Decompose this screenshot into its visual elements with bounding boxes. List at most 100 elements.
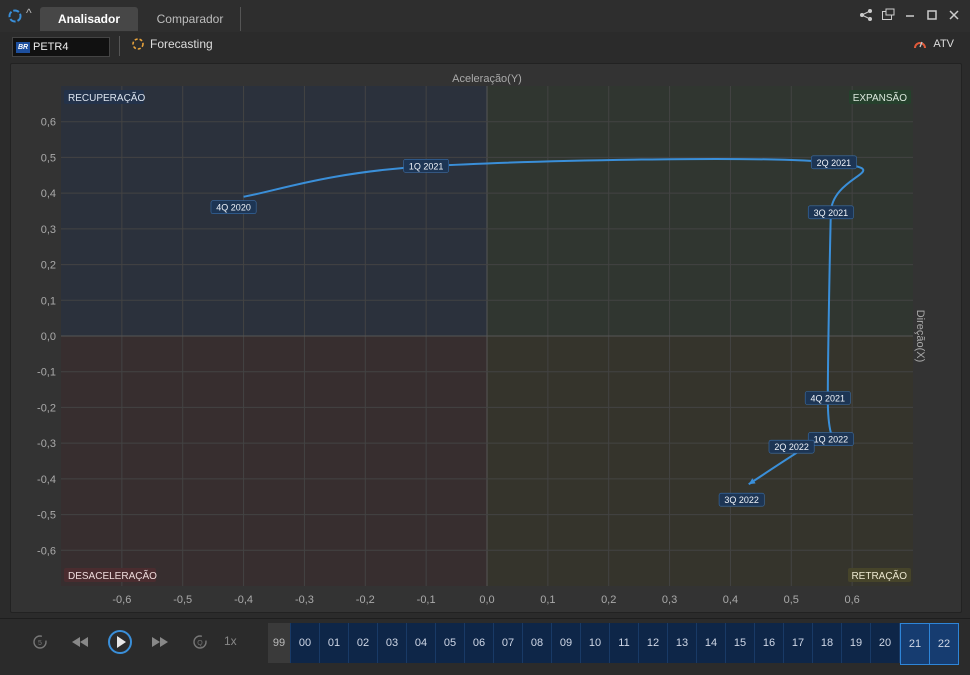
y-tick-label: -0,6 bbox=[37, 545, 56, 557]
x-tick-label: -0,2 bbox=[356, 594, 375, 606]
gauge-icon bbox=[914, 41, 927, 49]
point-label[interactable]: 3Q 2021 bbox=[807, 205, 854, 220]
share-icon[interactable] bbox=[858, 6, 874, 24]
y-tick-label: -0,2 bbox=[37, 402, 56, 414]
point-label[interactable]: 3Q 2022 bbox=[718, 492, 765, 507]
timeline-year-01[interactable]: 01 bbox=[320, 623, 349, 663]
tab-comparador[interactable]: Comparador bbox=[140, 7, 241, 31]
br-flag-icon: BR bbox=[16, 41, 30, 53]
timeline-year-02[interactable]: 02 bbox=[349, 623, 378, 663]
timeline-year-99[interactable]: 99 bbox=[268, 623, 291, 663]
x-tick-label: 0,0 bbox=[479, 594, 494, 606]
y-tick-label: -0,4 bbox=[37, 474, 56, 486]
timeline-year-04[interactable]: 04 bbox=[407, 623, 436, 663]
timeline-year-08[interactable]: 08 bbox=[523, 623, 552, 663]
quadrant-label-expansao: EXPANSÃO bbox=[853, 91, 907, 104]
timeline-year-12[interactable]: 12 bbox=[639, 623, 668, 663]
y-tick-label: 0,2 bbox=[41, 260, 56, 272]
timeline-year-05[interactable]: 05 bbox=[436, 623, 465, 663]
point-label[interactable]: 2Q 2022 bbox=[768, 439, 815, 454]
playback-bar: 5 Q 1x 99 00 01 02 03 04 05 06 07 08 09 10 11 12 13 14 1… bbox=[0, 618, 970, 669]
point-label[interactable]: 1Q 2022 bbox=[807, 432, 854, 446]
point-label[interactable]: 1Q 2021 bbox=[403, 159, 450, 173]
x-tick-label: -0,1 bbox=[417, 594, 436, 606]
timeline-year-10[interactable]: 10 bbox=[581, 623, 610, 663]
y-tick-label: 0,3 bbox=[41, 224, 56, 236]
toolbar: BR PETR4 Forecasting ATV bbox=[0, 32, 970, 60]
timeline-year-20[interactable]: 20 bbox=[871, 623, 900, 663]
x-tick-label: 0,4 bbox=[723, 594, 738, 606]
x-tick-label: -0,5 bbox=[173, 594, 192, 606]
tab-analisador[interactable]: Analisador bbox=[40, 7, 138, 31]
cycle-chart: -0,6 -0,5 -0,4 -0,3 -0,2 -0,1 0,0 0,1 0,2 0,3 0,4 0… bbox=[37, 73, 926, 606]
timeline-year-07[interactable]: 07 bbox=[494, 623, 523, 663]
point-label-text: 3Q 2022 bbox=[724, 495, 759, 505]
point-label-text: 1Q 2021 bbox=[409, 161, 444, 171]
x-axis-ticks: -0,6 -0,5 -0,4 -0,3 -0,2 -0,1 0,0 0,1 0,2 0,3 0,4 0… bbox=[112, 594, 859, 606]
y-tick-label: 0,1 bbox=[41, 295, 56, 307]
play-button[interactable] bbox=[106, 628, 134, 656]
fast-rewind-icon[interactable] bbox=[69, 631, 91, 653]
timeline-year-21[interactable]: 21 bbox=[900, 623, 930, 665]
point-label-text: 1Q 2022 bbox=[814, 435, 849, 445]
ticker-label: PETR4 bbox=[33, 41, 69, 53]
x-tick-label: -0,4 bbox=[234, 594, 253, 606]
point-label[interactable]: 2Q 2021 bbox=[810, 155, 857, 170]
timeline-year-06[interactable]: 06 bbox=[465, 623, 494, 663]
point-label[interactable]: 4Q 2021 bbox=[804, 391, 851, 405]
forward-loop-icon[interactable]: Q bbox=[189, 631, 211, 653]
timeline-year-03[interactable]: 03 bbox=[378, 623, 407, 663]
quadrant-bottom-left bbox=[61, 336, 487, 586]
chevron-up-icon[interactable]: ^ bbox=[26, 6, 32, 20]
x-tick-label: -0,6 bbox=[112, 594, 131, 606]
y-tick-label: -0,5 bbox=[37, 510, 56, 522]
title-bar: ^ Analisador Comparador bbox=[0, 0, 970, 33]
timeline-year-14[interactable]: 14 bbox=[697, 623, 726, 663]
quadrant-bottom-right bbox=[487, 336, 913, 586]
x-tick-label: 0,3 bbox=[662, 594, 677, 606]
point-label-text: 4Q 2021 bbox=[811, 394, 846, 404]
timeline-year-17[interactable]: 17 bbox=[784, 623, 813, 663]
x-tick-label: 0,5 bbox=[784, 594, 799, 606]
timeline-year-09[interactable]: 09 bbox=[552, 623, 581, 663]
point-label[interactable]: 4Q 2020 bbox=[210, 200, 257, 215]
x-tick-label: 0,1 bbox=[540, 594, 555, 606]
speed-label[interactable]: 1x bbox=[224, 634, 237, 648]
timeline-year-00[interactable]: 00 bbox=[291, 623, 320, 663]
atv-button[interactable]: ATV bbox=[913, 37, 954, 51]
point-label-text: 2Q 2021 bbox=[817, 158, 852, 168]
app-logo-icon bbox=[8, 9, 22, 23]
quadrant-label-recuperacao: RECUPERAÇÃO bbox=[68, 91, 145, 104]
close-icon[interactable] bbox=[946, 6, 962, 24]
quadrant-label-desaceleracao: DESACELERAÇÃO bbox=[68, 569, 157, 582]
maximize-icon[interactable] bbox=[924, 6, 940, 24]
y-tick-label: -0,3 bbox=[37, 438, 56, 450]
y-tick-label: 0,5 bbox=[41, 152, 56, 164]
y-tick-label: 0,4 bbox=[41, 188, 56, 200]
ticker-field[interactable]: BR PETR4 bbox=[12, 37, 110, 57]
fast-forward-icon[interactable] bbox=[149, 631, 171, 653]
rewind-loop-icon[interactable]: 5 bbox=[29, 631, 51, 653]
minimize-icon[interactable] bbox=[902, 6, 918, 24]
forecasting-label: Forecasting bbox=[150, 37, 213, 51]
x-tick-label: 0,6 bbox=[844, 594, 859, 606]
x-axis-title: Aceleração(Y) bbox=[452, 73, 522, 85]
x-tick-label: 0,2 bbox=[601, 594, 616, 606]
timeline-year-22[interactable]: 22 bbox=[929, 623, 959, 665]
svg-text:5: 5 bbox=[38, 640, 42, 647]
year-timeline[interactable]: 99 00 01 02 03 04 05 06 07 08 09 10 11 12 13 14 15 16 17 18… bbox=[268, 623, 960, 665]
timeline-year-19[interactable]: 19 bbox=[842, 623, 871, 663]
y-tick-label: 0,0 bbox=[41, 331, 56, 343]
svg-text:Q: Q bbox=[197, 640, 203, 647]
forecast-icon bbox=[132, 38, 144, 50]
quadrant-label-retracao: RETRAÇÃO bbox=[851, 569, 907, 582]
y-tick-label: -0,1 bbox=[37, 367, 56, 379]
timeline-year-18[interactable]: 18 bbox=[813, 623, 842, 663]
timeline-year-13[interactable]: 13 bbox=[668, 623, 697, 663]
forecasting-button[interactable]: Forecasting bbox=[131, 37, 213, 51]
timeline-year-15[interactable]: 15 bbox=[726, 623, 755, 663]
x-tick-label: -0,3 bbox=[295, 594, 314, 606]
popout-icon[interactable] bbox=[880, 6, 896, 24]
timeline-year-11[interactable]: 11 bbox=[610, 623, 639, 663]
timeline-year-16[interactable]: 16 bbox=[755, 623, 784, 663]
